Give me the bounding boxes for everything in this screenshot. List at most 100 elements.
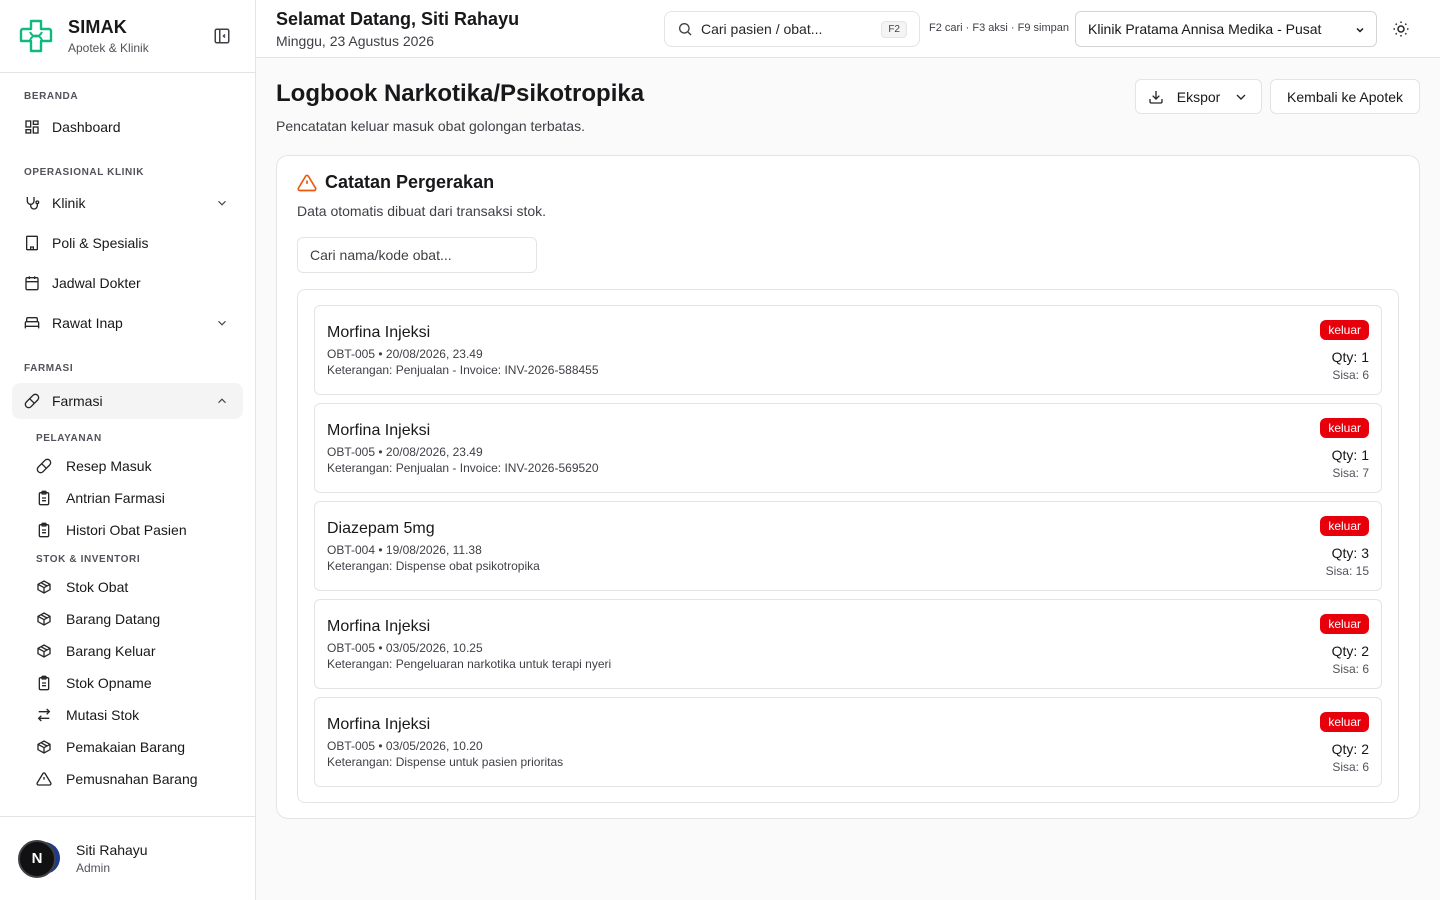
log-qty: Qty: 2 xyxy=(1331,741,1369,757)
main-area: Selamat Datang, Siti Rahayu Minggu, 23 A… xyxy=(256,0,1440,900)
sidebar-subitem-antrian[interactable]: Antrian Farmasi xyxy=(12,482,243,514)
log-note: Keterangan: Dispense untuk pasien priori… xyxy=(327,755,564,769)
log-meta: OBT-005 • 03/05/2026, 10.20 xyxy=(327,739,483,753)
global-search-input[interactable]: Cari pasien / obat... F2 xyxy=(664,11,920,47)
sidebar-subitem-label: Stok Obat xyxy=(66,579,129,595)
sidebar-nav: BERANDA Dashboard OPERASIONAL KLINIK Kli… xyxy=(0,73,255,816)
list-item[interactable]: Morfina Injeksi OBT-005 • 20/08/2026, 23… xyxy=(314,403,1382,493)
package-icon xyxy=(37,740,51,754)
brand-subtitle: Apotek & Klinik xyxy=(68,41,149,55)
calendar-icon xyxy=(25,276,39,291)
page-content: Logbook Narkotika/Psikotropika Pencatata… xyxy=(256,58,1440,819)
log-qty: Qty: 3 xyxy=(1331,545,1369,561)
log-meta: OBT-005 • 20/08/2026, 23.49 xyxy=(327,445,483,459)
nav-section-operasional: OPERASIONAL KLINIK xyxy=(24,167,145,178)
status-badge: keluar xyxy=(1320,418,1369,438)
clinic-select[interactable]: Klinik Pratama Annisa Medika - Pusat xyxy=(1075,11,1377,47)
sidebar-item-label: Rawat Inap xyxy=(52,315,123,331)
sidebar-subitem-label: Barang Datang xyxy=(66,611,161,627)
user-role: Admin xyxy=(76,861,111,875)
bed-icon xyxy=(24,317,40,329)
sidebar-item-poli[interactable]: Poli & Spesialis xyxy=(12,225,243,261)
log-note: Keterangan: Penjualan - Invoice: INV-202… xyxy=(327,461,599,475)
avatar: N xyxy=(18,839,64,878)
sidebar-subitem-pemusnahan[interactable]: Pemusnahan Barang xyxy=(12,763,243,795)
export-button[interactable]: Ekspor xyxy=(1135,79,1263,114)
filter-placeholder: Cari nama/kode obat... xyxy=(310,247,452,263)
chevron-up-icon xyxy=(218,398,226,404)
chevron-down-icon xyxy=(218,320,226,326)
drug-filter-input[interactable]: Cari nama/kode obat... xyxy=(297,237,537,273)
movement-log-card: Catatan Pergerakan Data otomatis dibuat … xyxy=(276,155,1420,819)
sidebar-item-label: Dashboard xyxy=(52,119,121,135)
list-item[interactable]: Morfina Injeksi OBT-005 • 03/05/2026, 10… xyxy=(314,697,1382,787)
arrows-swap-icon xyxy=(37,708,51,722)
sidebar-subitem-barang-keluar[interactable]: Barang Keluar xyxy=(12,635,243,667)
search-shortcut-badge: F2 xyxy=(881,20,907,38)
log-remaining: Sisa: 6 xyxy=(1332,760,1369,774)
sidebar-item-jadwal[interactable]: Jadwal Dokter xyxy=(12,265,243,301)
warning-icon xyxy=(297,174,317,191)
clinic-select-value: Klinik Pratama Annisa Medika - Pusat xyxy=(1088,21,1322,37)
list-item[interactable]: Morfina Injeksi OBT-005 • 20/08/2026, 23… xyxy=(314,305,1382,395)
chevron-down-icon xyxy=(1356,27,1364,33)
brand-name: SIMAK xyxy=(68,17,127,37)
user-profile[interactable]: N Siti Rahayu Admin xyxy=(0,816,255,900)
log-drug-name: Morfina Injeksi xyxy=(327,422,431,439)
greeting-title: Selamat Datang, Siti Rahayu xyxy=(276,8,520,29)
sidebar-subitem-histori[interactable]: Histori Obat Pasien xyxy=(12,514,243,546)
back-button-label: Kembali ke Apotek xyxy=(1287,88,1403,105)
log-remaining: Sisa: 6 xyxy=(1332,368,1369,382)
app-shell: SIMAK Apotek & Klinik BERANDA Dashboard … xyxy=(0,0,1440,900)
export-button-label: Ekspor xyxy=(1176,88,1221,105)
sidebar-subitem-resep-masuk[interactable]: Resep Masuk xyxy=(12,450,243,482)
sidebar-item-label: Jadwal Dokter xyxy=(52,275,141,291)
clipboard-icon xyxy=(38,675,50,691)
sub-section-stok: STOK & INVENTORI xyxy=(36,554,141,565)
building-icon xyxy=(26,235,38,251)
download-icon xyxy=(1149,90,1163,104)
dashboard-icon xyxy=(25,120,39,134)
package-icon xyxy=(37,580,51,594)
list-item[interactable]: Diazepam 5mg OBT-004 • 19/08/2026, 11.38… xyxy=(314,501,1382,591)
sidebar-subitem-pemakaian[interactable]: Pemakaian Barang xyxy=(12,731,243,763)
page-subtitle: Pencatatan keluar masuk obat golongan te… xyxy=(276,118,585,134)
sidebar-subitem-label: Stok Opname xyxy=(66,675,152,691)
sidebar-subitem-stok-obat[interactable]: Stok Obat xyxy=(12,571,243,603)
log-meta: OBT-005 • 20/08/2026, 23.49 xyxy=(327,347,483,361)
sidebar-subitem-barang-datang[interactable]: Barang Datang xyxy=(12,603,243,635)
topbar: Selamat Datang, Siti Rahayu Minggu, 23 A… xyxy=(256,0,1440,58)
pill-icon xyxy=(24,393,40,409)
log-meta: OBT-005 • 03/05/2026, 10.25 xyxy=(327,641,483,655)
list-item[interactable]: Morfina Injeksi OBT-005 • 03/05/2026, 10… xyxy=(314,599,1382,689)
sidebar-item-label: Farmasi xyxy=(52,393,103,409)
package-icon xyxy=(37,644,51,658)
sidebar-item-rawat-inap[interactable]: Rawat Inap xyxy=(12,305,243,341)
log-list: Morfina Injeksi OBT-005 • 20/08/2026, 23… xyxy=(297,289,1399,803)
sun-icon[interactable] xyxy=(1392,20,1410,38)
sidebar-collapse-icon[interactable] xyxy=(213,27,231,45)
sidebar-subitem-label: Pemakaian Barang xyxy=(66,739,186,755)
sidebar-subitem-label: Mutasi Stok xyxy=(66,707,140,723)
sidebar-item-klinik[interactable]: Klinik xyxy=(12,185,243,221)
sidebar-subitem-stok-opname[interactable]: Stok Opname xyxy=(12,667,243,699)
log-drug-name: Morfina Injeksi xyxy=(327,716,431,733)
pill-icon xyxy=(36,458,52,474)
status-badge: keluar xyxy=(1320,712,1369,732)
back-to-pharmacy-button[interactable]: Kembali ke Apotek xyxy=(1270,79,1420,114)
sidebar-subitem-label: Histori Obat Pasien xyxy=(66,522,187,538)
sidebar-item-farmasi[interactable]: Farmasi xyxy=(12,383,243,419)
sidebar-subitem-mutasi[interactable]: Mutasi Stok xyxy=(12,699,243,731)
status-badge: keluar xyxy=(1320,614,1369,634)
sidebar-subitem-label: Pemusnahan Barang xyxy=(66,771,198,787)
card-title: Catatan Pergerakan xyxy=(325,172,495,192)
sidebar-subitem-label: Barang Keluar xyxy=(66,643,156,659)
nav-section-beranda: BERANDA xyxy=(24,91,79,102)
log-remaining: Sisa: 6 xyxy=(1332,662,1369,676)
chevron-down-icon xyxy=(218,200,226,206)
search-placeholder: Cari pasien / obat... xyxy=(701,21,823,37)
log-note: Keterangan: Pengeluaran narkotika untuk … xyxy=(327,657,612,671)
sidebar-item-dashboard[interactable]: Dashboard xyxy=(12,109,243,145)
brand-logo-icon xyxy=(19,19,53,53)
log-remaining: Sisa: 7 xyxy=(1332,466,1369,480)
